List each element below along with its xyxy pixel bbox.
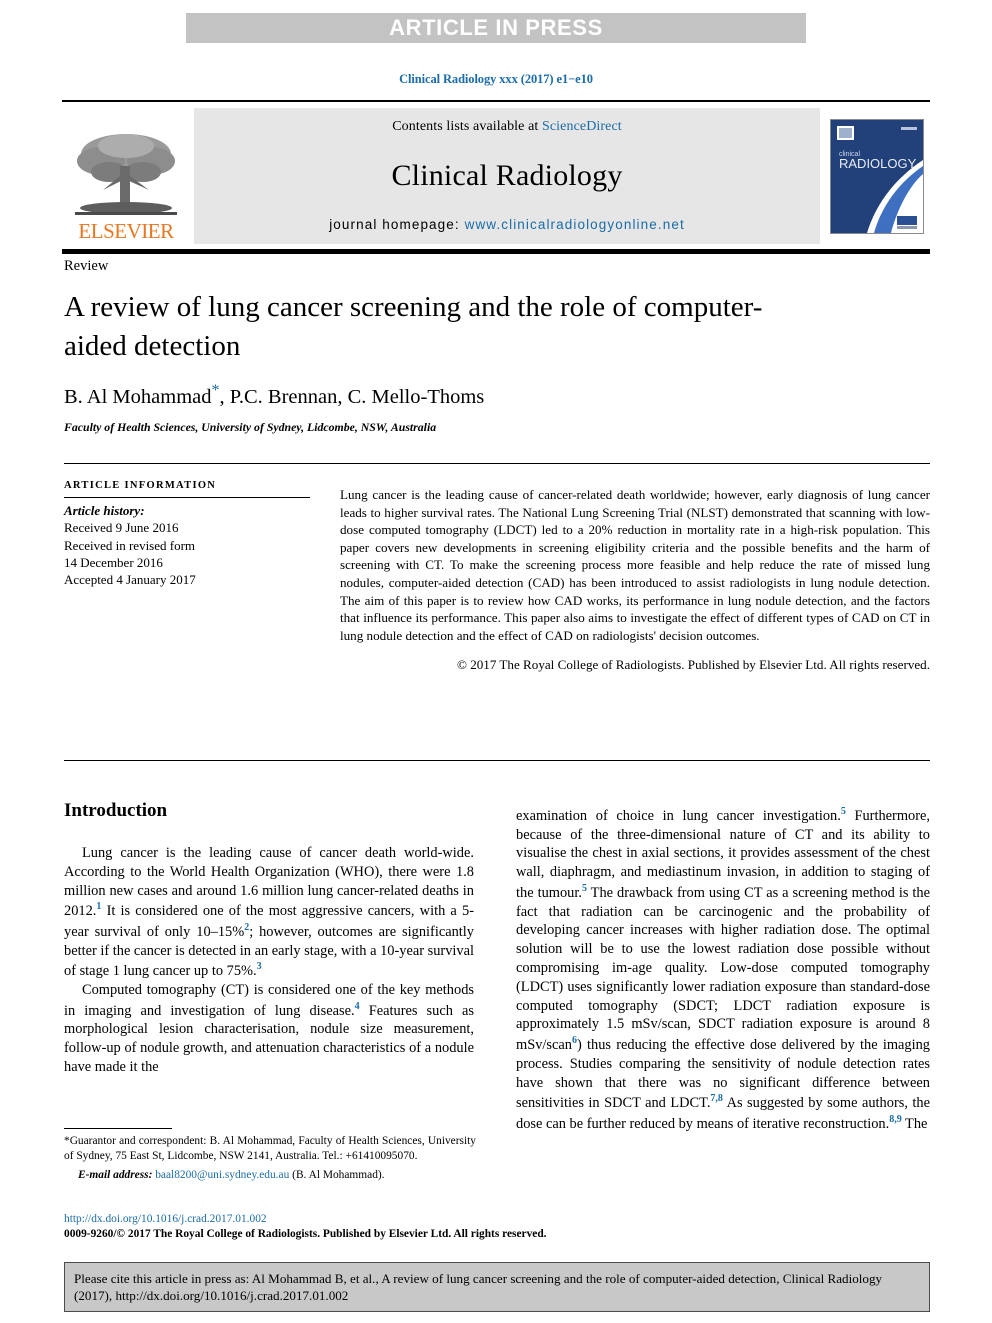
author-primary: B. Al Mohammad <box>64 385 212 408</box>
doi-link[interactable]: http://dx.doi.org/10.1016/j.crad.2017.01… <box>64 1212 624 1227</box>
abstract-rule-bottom <box>64 760 930 761</box>
citation-notice-text: Please cite this article in press as: Al… <box>74 1271 883 1304</box>
journal-masthead: ELSEVIER Contents lists available at Sci… <box>62 100 930 254</box>
article-history-line: Accepted 4 January 2017 <box>64 572 196 588</box>
footnote-divider <box>64 1128 172 1129</box>
email-suffix: (B. Al Mohammad). <box>289 1169 385 1182</box>
article-in-press-label: ARTICLE IN PRESS <box>389 15 603 40</box>
journal-homepage-line: journal homepage: www.clinicalradiologyo… <box>329 217 685 232</box>
email-link[interactable]: baal8200@uni.sydney.edu.au <box>155 1169 289 1181</box>
sciencedirect-link[interactable]: ScienceDirect <box>542 119 622 134</box>
author-list: B. Al Mohammad*, P.C. Brennan, C. Mello-… <box>64 382 484 409</box>
homepage-prefix: journal homepage: <box>329 217 465 232</box>
abstract-copyright: © 2017 The Royal College of Radiologists… <box>456 657 930 673</box>
article-history-line: 14 December 2016 <box>64 554 163 570</box>
corresponding-author-note: *Guarantor and correspondent: B. Al Moha… <box>64 1135 476 1163</box>
body-paragraph: Computed tomography (CT) is considered o… <box>64 981 474 1077</box>
email-note: E-mail address: baal8200@uni.sydney.edu.… <box>64 1168 476 1183</box>
article-history-label: Article history: <box>64 503 145 518</box>
article-in-press-banner: ARTICLE IN PRESS <box>186 13 806 43</box>
body-paragraph: Lung cancer is the leading cause of canc… <box>64 844 474 981</box>
citation-ref[interactable]: 3 <box>257 961 262 972</box>
introduction-heading: Introduction <box>64 800 168 821</box>
email-label: E-mail address: <box>78 1169 153 1182</box>
article-information-divider <box>64 497 310 498</box>
article-section-label: Review <box>64 258 109 274</box>
body-column-right: examination of choice in lung cancer inv… <box>516 805 930 1134</box>
doi-footer: http://dx.doi.org/10.1016/j.crad.2017.01… <box>64 1212 624 1243</box>
contents-list-line: Contents lists available at ScienceDirec… <box>392 119 622 135</box>
footnote-block: *Guarantor and correspondent: B. Al Moha… <box>64 1128 476 1183</box>
par-text: The <box>901 1115 928 1132</box>
page-title: A review of lung cancer screening and th… <box>64 291 763 362</box>
citation-ref[interactable]: 8,9 <box>889 1114 902 1125</box>
article-history-line: Received in revised form <box>64 537 196 553</box>
journal-band: Contents lists available at ScienceDirec… <box>194 108 820 244</box>
cover-artwork-icon: clinical RADIOLOGY <box>831 119 923 233</box>
svg-text:RADIOLOGY: RADIOLOGY <box>839 156 917 171</box>
elsevier-logo: ELSEVIER <box>62 108 190 244</box>
article-information-block: ARTICLE INFORMATION Article history: Rec… <box>64 480 310 588</box>
citation-notice-box: Please cite this article in press as: Al… <box>64 1262 930 1312</box>
par-text: The drawback from using CT as a screenin… <box>516 884 930 1053</box>
contents-prefix: Contents lists available at <box>392 119 542 134</box>
abstract-text: Lung cancer is the leading cause of canc… <box>340 487 930 643</box>
author-affiliation: Faculty of Health Sciences, University o… <box>64 420 437 434</box>
journal-cover-block: clinical RADIOLOGY <box>824 108 930 244</box>
article-history-line: Received 9 June 2016 <box>64 520 179 536</box>
abstract-block: Lung cancer is the leading cause of canc… <box>340 486 930 674</box>
elsevier-wordmark: ELSEVIER <box>78 219 174 243</box>
journal-cover-thumbnail: clinical RADIOLOGY <box>830 118 924 234</box>
body-column-left: Introduction Lung cancer is the leading … <box>64 800 474 1077</box>
journal-running-head: Clinical Radiology xxx (2017) e1−e10 <box>399 72 593 86</box>
author-others: , P.C. Brennan, C. Mello-Thoms <box>219 385 485 408</box>
citation-ref[interactable]: 7,8 <box>710 1093 723 1104</box>
elsevier-tree-icon <box>75 134 177 215</box>
body-paragraph: examination of choice in lung cancer inv… <box>516 805 930 1134</box>
journal-homepage-link[interactable]: www.clinicalradiologyonline.net <box>465 217 685 232</box>
article-information-heading: ARTICLE INFORMATION <box>64 480 217 491</box>
par-text: examination of choice in lung cancer inv… <box>516 807 841 824</box>
issn-copyright-line: 0009-9260/© 2017 The Royal College of Ra… <box>64 1228 547 1241</box>
journal-title: Clinical Radiology <box>391 159 623 192</box>
article-history: Article history: Received 9 June 2016 Re… <box>64 502 310 588</box>
abstract-rule-top <box>64 463 930 464</box>
